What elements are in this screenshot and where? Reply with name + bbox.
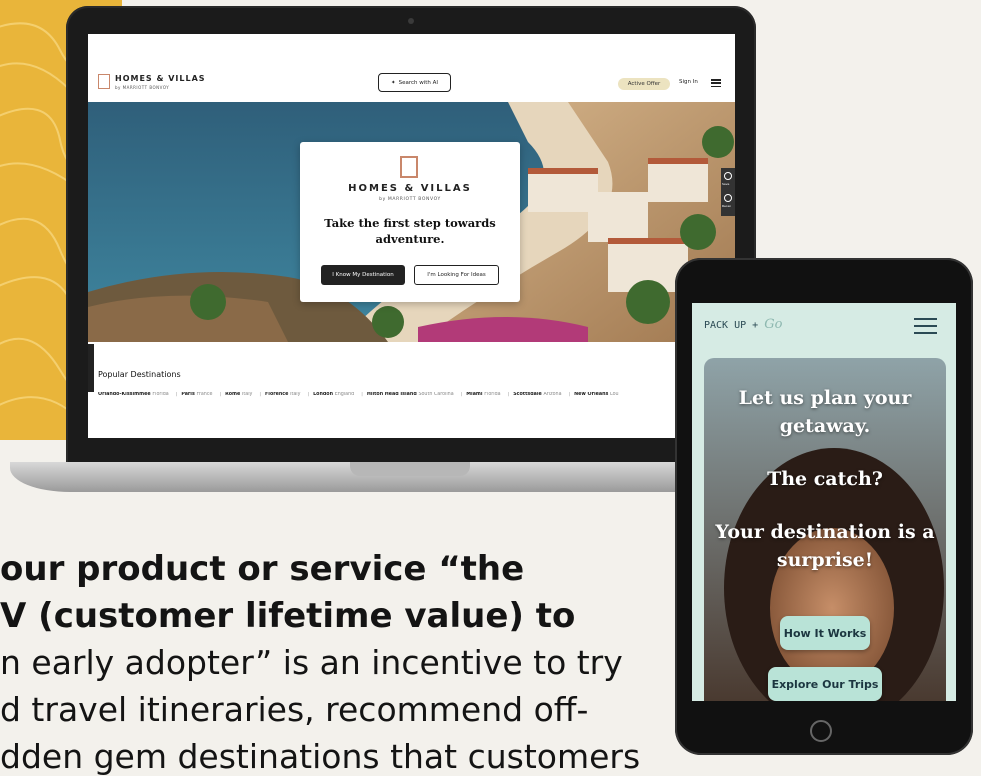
logo-subtitle: by MARRIOTT BONVOY xyxy=(115,85,170,90)
laptop-screen: HOMES & VILLAS by MARRIOTT BONVOY ✦ Sear… xyxy=(88,34,735,438)
history-icon[interactable] xyxy=(724,194,732,202)
tablet-home-button[interactable] xyxy=(810,720,832,742)
logo-main-text: PACK UP + xyxy=(704,320,759,331)
destination-region: South Carolina xyxy=(418,392,454,397)
destinations-list: Orlando-Kissimmee Florida | Paris France | R… xyxy=(98,392,735,397)
logo-go-text: Go xyxy=(764,317,783,332)
tablet-screen: PACK UP + Go Let us plan your getaway. T… xyxy=(692,303,956,701)
destination-link[interactable]: Rome xyxy=(225,392,242,397)
destination-link[interactable]: Hilton Head Island xyxy=(367,392,419,397)
body-text-line-1: our product or service “the xyxy=(0,549,525,589)
save-label: Save xyxy=(722,182,730,186)
destination-link[interactable]: Paris xyxy=(181,392,196,397)
destination-separator: | xyxy=(259,392,262,397)
popular-destinations-title: Popular Destinations xyxy=(98,370,181,379)
destination-separator: | xyxy=(568,392,571,397)
destination-region: France xyxy=(196,392,213,397)
heart-icon[interactable] xyxy=(724,172,732,180)
logo-name[interactable]: HOMES & VILLAS xyxy=(115,74,206,83)
search-with-ai-label: Search with AI xyxy=(398,79,439,86)
destination-link[interactable]: New Orleans xyxy=(574,392,610,397)
hamburger-menu-icon[interactable] xyxy=(711,79,721,88)
destination-region: Italy xyxy=(241,392,253,397)
headline-surprise: Your destination is a surprise! xyxy=(715,521,935,571)
destination-link[interactable]: London xyxy=(313,392,335,397)
destination-separator: | xyxy=(460,392,463,397)
tablet-hero: Let us plan your getaway. The catch? You… xyxy=(704,358,946,701)
laptop-camera xyxy=(408,18,414,24)
destination-separator: | xyxy=(219,392,222,397)
destination-region: Florida xyxy=(152,392,169,397)
body-text-line-5: dden gem destinations that customers xyxy=(0,737,641,776)
search-with-ai-button[interactable]: ✦ Search with AI xyxy=(378,73,451,92)
recent-label: Recen xyxy=(722,204,732,208)
card-logo-name: HOMES & VILLAS xyxy=(348,183,472,194)
destination-link[interactable]: Scottsdale xyxy=(513,392,543,397)
destination-region: Lou xyxy=(610,392,619,397)
homes-villas-logo-icon[interactable] xyxy=(98,74,110,89)
body-text-line-3: n early adopter” is an incentive to try xyxy=(0,643,623,682)
explore-our-trips-button[interactable]: Explore Our Trips xyxy=(768,667,882,701)
destination-link[interactable]: Florence xyxy=(265,392,290,397)
destination-link[interactable]: Orlando-Kissimmee xyxy=(98,392,152,397)
body-text-line-4: d travel itineraries, recommend off- xyxy=(0,690,589,729)
body-text-line-2: V (customer lifetime value) to xyxy=(0,596,576,636)
site-header: HOMES & VILLAS by MARRIOTT BONVOY ✦ Sear… xyxy=(88,34,735,102)
hero-card: HOMES & VILLAS by MARRIOTT BONVOY Take t… xyxy=(300,142,520,302)
feedback-tab[interactable] xyxy=(88,344,94,392)
headline-catch: The catch? xyxy=(767,468,883,490)
destination-separator: | xyxy=(361,392,363,397)
destination-region: Italy xyxy=(290,392,301,397)
how-it-works-button[interactable]: How It Works xyxy=(780,616,870,650)
destination-link[interactable]: Miami xyxy=(466,392,484,397)
hamburger-menu-icon[interactable] xyxy=(914,318,937,334)
homes-villas-card-logo-icon xyxy=(400,156,418,178)
destination-region: Arizona xyxy=(543,392,562,397)
pack-up-go-logo[interactable]: PACK UP + Go xyxy=(704,317,782,332)
card-heading: Take the first step towards adventure. xyxy=(324,216,496,246)
destination-separator: | xyxy=(175,392,178,397)
looking-for-ideas-button[interactable]: I'm Looking For Ideas xyxy=(414,265,499,285)
card-logo-subtitle: by MARRIOTT BONVOY xyxy=(379,197,441,202)
destination-separator: | xyxy=(507,392,510,397)
laptop-notch xyxy=(350,462,470,476)
know-my-destination-button[interactable]: I Know My Destination xyxy=(321,265,405,285)
destination-region: Florida xyxy=(484,392,501,397)
side-action-bar: Save Recen xyxy=(721,168,735,216)
sparkle-icon: ✦ xyxy=(390,79,396,86)
destination-separator: | xyxy=(307,392,310,397)
destination-region: England xyxy=(334,392,355,397)
sign-in-link[interactable]: Sign In xyxy=(679,79,698,85)
headline-plan: Let us plan your getaway. xyxy=(738,387,912,437)
active-offer-badge[interactable]: Active Offer xyxy=(618,78,670,90)
